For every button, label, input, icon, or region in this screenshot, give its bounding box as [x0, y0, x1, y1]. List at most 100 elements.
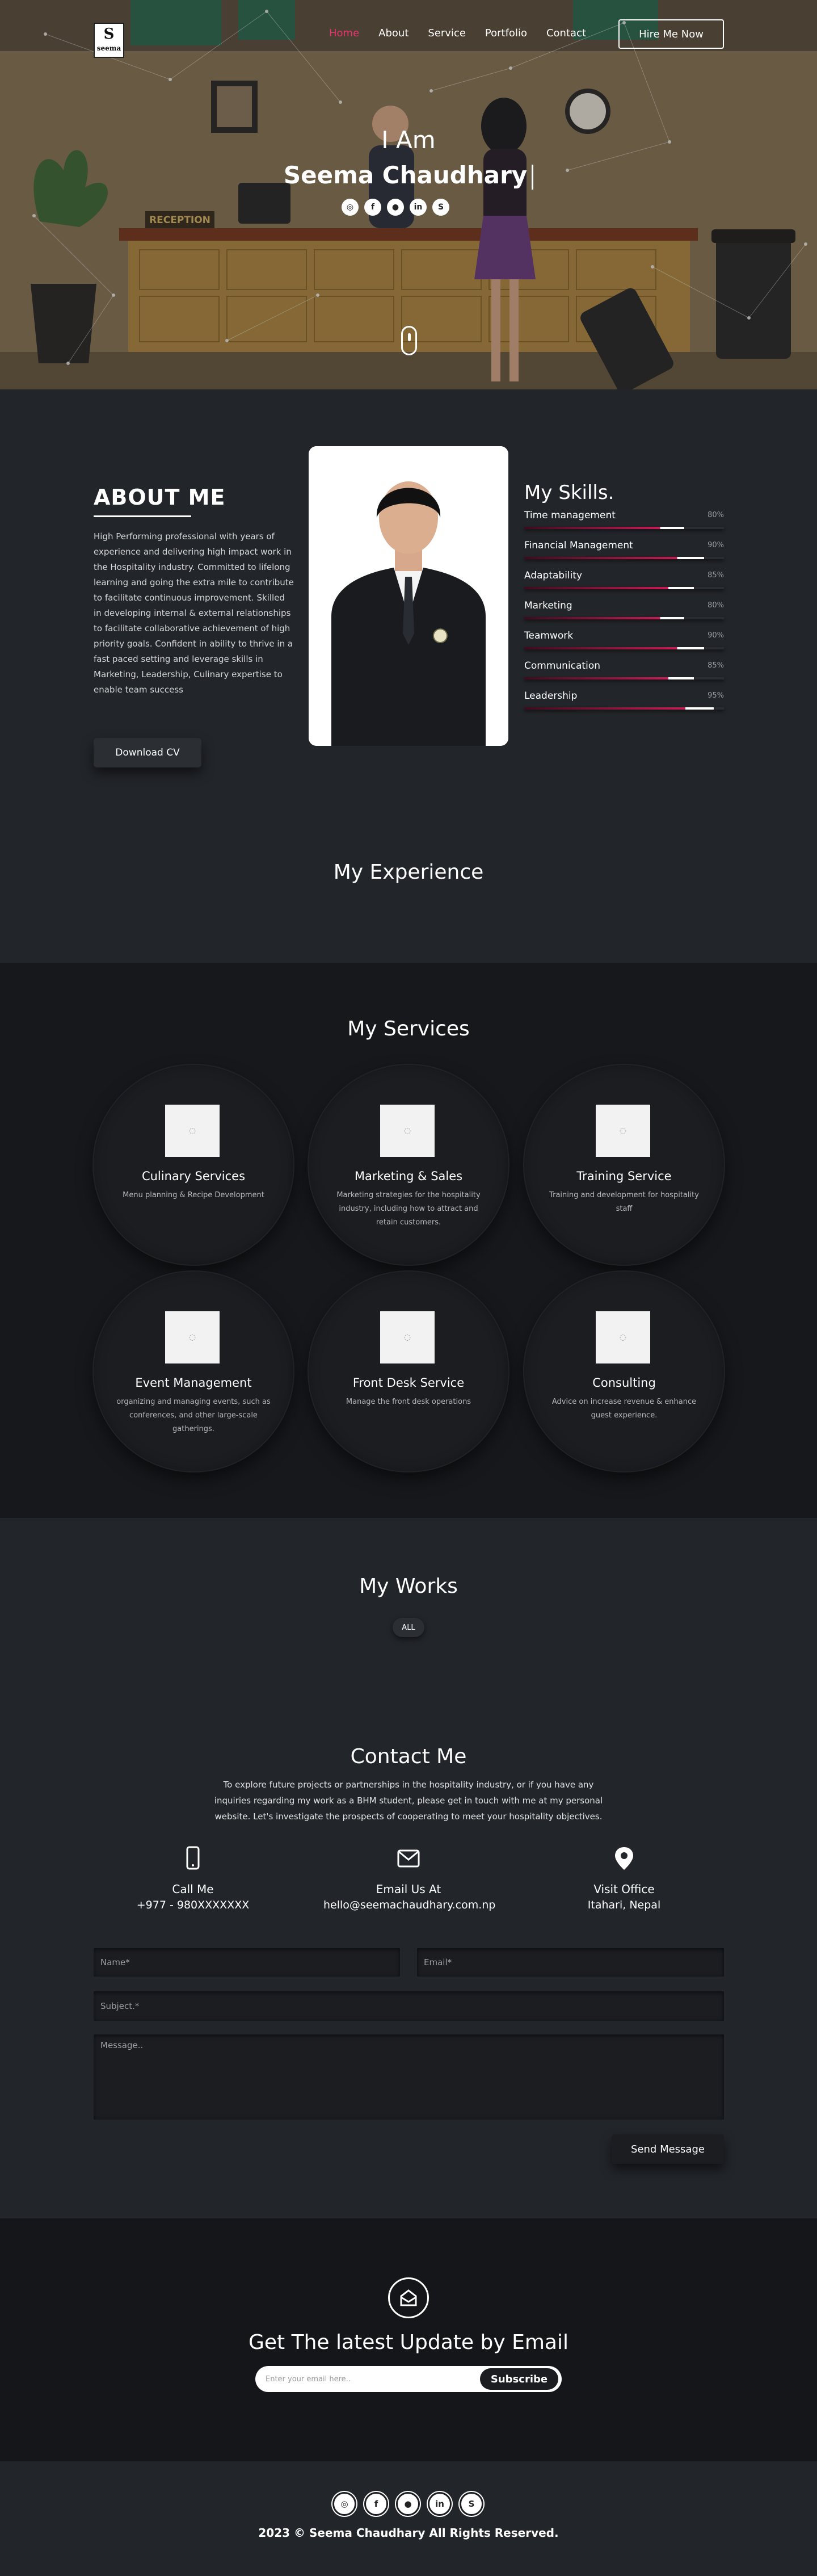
service-card-event[interactable]: ◌ Event Management organizing and managi… — [94, 1272, 293, 1471]
about-underline — [94, 515, 191, 517]
phone-icon — [186, 1846, 200, 1870]
skill-row: Time management 80% — [524, 510, 724, 529]
filter-all-button[interactable]: ALL — [393, 1618, 424, 1637]
message-field[interactable] — [94, 2034, 724, 2120]
envelope-icon — [397, 1849, 420, 1868]
profile-photo — [309, 446, 508, 746]
service-title: Consulting — [592, 1376, 656, 1390]
nav-item-contact[interactable]: Contact — [546, 27, 586, 40]
contact-email-title: Email Us At — [376, 1882, 441, 1896]
skill-label: Teamwork — [524, 630, 574, 641]
skill-fill — [524, 707, 714, 710]
send-message-button[interactable]: Send Message — [612, 2134, 724, 2164]
about-text: High Performing professional with years … — [94, 531, 294, 695]
linkedin-icon[interactable]: in — [428, 2492, 452, 2516]
newsletter-form: Subscribe — [255, 2366, 562, 2392]
skype-icon[interactable]: S — [460, 2492, 483, 2516]
facebook-icon[interactable]: f — [364, 199, 381, 216]
newsletter-section: Get The latest Update by Email Subscribe — [0, 2218, 817, 2461]
email-field[interactable] — [417, 1948, 724, 1977]
newsletter-title: Get The latest Update by Email — [249, 2331, 568, 2354]
skill-track — [524, 527, 724, 529]
service-card-front-desk[interactable]: ◌ Front Desk Service Manage the front de… — [309, 1272, 508, 1471]
user-icon[interactable]: ● — [396, 2492, 420, 2516]
skill-label: Financial Management — [524, 540, 633, 551]
skill-percent: 85% — [707, 571, 724, 580]
skill-track — [524, 617, 724, 619]
skill-fill — [524, 557, 704, 559]
hero-name-text: Seema Chaudhary — [283, 161, 528, 189]
service-card-culinary[interactable]: ◌ Culinary Services Menu planning & Reci… — [94, 1065, 293, 1265]
skills-title: My Skills. — [524, 481, 614, 504]
skill-label: Adaptability — [524, 570, 583, 581]
nav-item-service[interactable]: Service — [428, 27, 466, 40]
service-title: Training Service — [576, 1169, 672, 1183]
service-card-training[interactable]: ◌ Training Service Training and developm… — [524, 1065, 724, 1265]
user-icon[interactable]: ● — [387, 199, 404, 216]
service-image: ◌ — [380, 1311, 435, 1363]
skill-percent: 90% — [707, 631, 724, 640]
newsletter-email-input[interactable] — [266, 2366, 470, 2392]
logo-text: seema — [96, 44, 121, 52]
nav-item-portfolio[interactable]: Portfolio — [485, 27, 527, 40]
skype-icon[interactable]: S — [432, 199, 449, 216]
contact-intro: To explore future projects or partnershi… — [214, 1780, 603, 1822]
map-pin-icon — [615, 1847, 633, 1870]
services-section: My Services ◌ Culinary Services Menu pla… — [0, 963, 817, 1518]
skill-track — [524, 587, 724, 589]
name-field[interactable] — [94, 1948, 400, 1977]
services-title: My Services — [347, 1017, 470, 1041]
skill-track — [524, 677, 724, 679]
instagram-icon[interactable]: ◎ — [332, 2492, 356, 2516]
facebook-icon[interactable]: f — [364, 2492, 388, 2516]
works-section: My Works ALL — [0, 1518, 817, 1745]
skill-row: Communication 85% — [524, 660, 724, 679]
about-title: ABOUT ME — [94, 485, 226, 510]
hire-me-button[interactable]: Hire Me Now — [618, 19, 724, 49]
skill-row: Adaptability 85% — [524, 570, 724, 589]
nav-item-about[interactable]: About — [378, 27, 408, 40]
copyright-text: 2023 © Seema Chaudhary All Rights Reserv… — [258, 2526, 559, 2540]
skill-fill — [524, 527, 684, 529]
skill-percent: 80% — [707, 511, 724, 519]
service-desc: Manage the front desk operations — [346, 1398, 471, 1406]
footer: ◎ f ● in S 2023 © Seema Chaudhary All Ri… — [0, 2461, 817, 2576]
service-card-consulting[interactable]: ◌ Consulting Advice on increase revenue … — [524, 1272, 724, 1471]
nav-item-home[interactable]: Home — [329, 27, 359, 40]
logo-letter: S — [103, 26, 115, 43]
linkedin-icon[interactable]: in — [410, 199, 427, 216]
service-image: ◌ — [596, 1105, 650, 1157]
skill-track — [524, 707, 724, 710]
main-nav: Home About Service Portfolio Contact — [329, 27, 605, 40]
skill-row: Teamwork 90% — [524, 630, 724, 649]
skill-percent: 95% — [707, 691, 724, 700]
service-title: Marketing & Sales — [354, 1169, 463, 1183]
service-image: ◌ — [165, 1311, 220, 1363]
contact-office-title: Visit Office — [593, 1882, 655, 1896]
contact-call-title: Call Me — [172, 1882, 214, 1896]
subscribe-button[interactable]: Subscribe — [480, 2368, 558, 2390]
service-card-marketing[interactable]: ◌ Marketing & Sales Marketing strategies… — [309, 1065, 508, 1265]
skill-percent: 80% — [707, 601, 724, 610]
service-desc: Menu planning & Recipe Development — [123, 1191, 264, 1199]
contact-email: Email Us At hello@seemachaudhary.com.np — [323, 1846, 495, 1913]
download-cv-button[interactable]: Download CV — [94, 738, 201, 767]
service-image: ◌ — [380, 1105, 435, 1157]
skill-fill — [524, 647, 704, 649]
service-image: ◌ — [165, 1105, 220, 1157]
hero-social-links: ◎ f ● in S — [342, 199, 449, 216]
mail-open-icon — [388, 2277, 429, 2318]
skill-track — [524, 647, 724, 649]
contact-call: Call Me +977 - 980XXXXXXX — [108, 1846, 278, 1913]
hero-section: RECEPTION S seema Home About Service Por… — [0, 0, 817, 389]
contact-call-value[interactable]: +977 - 980XXXXXXX — [108, 1897, 278, 1913]
subject-field[interactable] — [94, 1991, 724, 2021]
instagram-icon[interactable]: ◎ — [342, 199, 359, 216]
service-title: Front Desk Service — [352, 1376, 465, 1390]
skill-label: Marketing — [524, 600, 572, 611]
site-logo[interactable]: S seema — [94, 23, 124, 58]
scroll-down-icon[interactable] — [401, 326, 417, 355]
works-title: My Works — [359, 1575, 458, 1598]
contact-email-value[interactable]: hello@seemachaudhary.com.np — [323, 1897, 495, 1913]
skill-fill — [524, 587, 694, 589]
